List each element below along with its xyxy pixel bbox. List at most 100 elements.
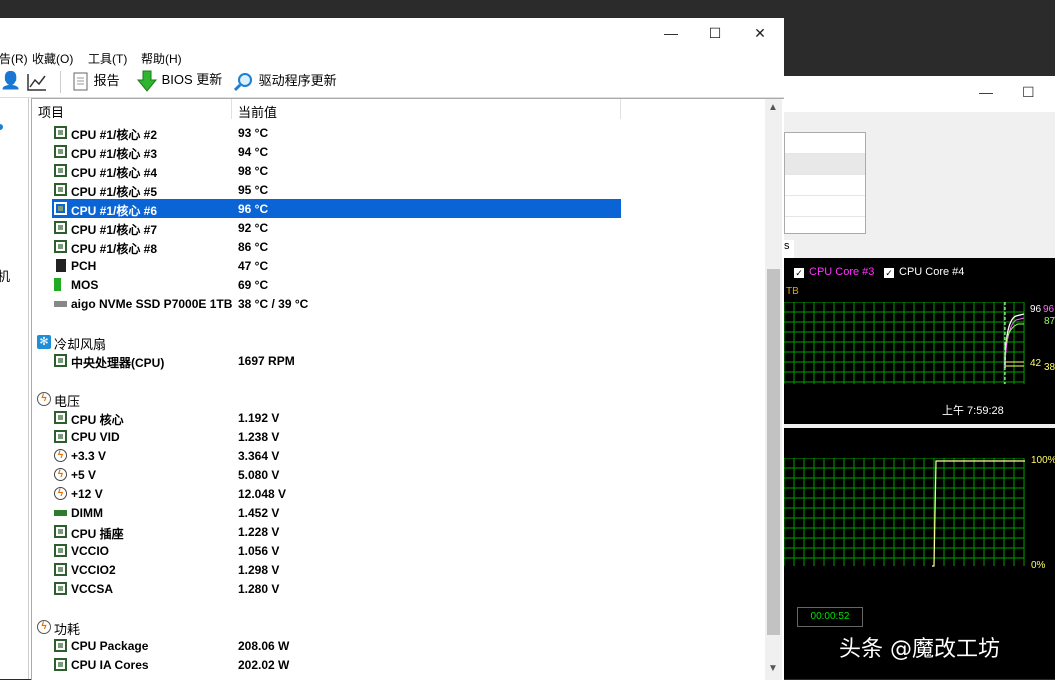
tab-fragment[interactable]: s <box>784 240 794 258</box>
scroll-up-icon[interactable]: ▲ <box>768 102 778 113</box>
sensor-row[interactable]: aigo NVMe SSD P7000E 1TB 38 °C / 39 °C <box>52 294 622 313</box>
report-button[interactable]: 报告 <box>72 70 120 92</box>
voltage-icon: ϟ <box>54 487 67 500</box>
magnifier-icon <box>233 72 252 91</box>
sensor-row[interactable]: CPU 插座 1.228 V <box>52 522 622 541</box>
sensor-row[interactable]: VCCIO 1.056 V <box>52 541 622 560</box>
bios-update-label: BIOS 更新 <box>161 72 223 87</box>
cpu-chip-icon <box>54 221 67 234</box>
checkbox-icon[interactable]: ✓ <box>884 268 894 278</box>
minimize-icon[interactable]: — <box>979 84 993 100</box>
vertical-scrollbar[interactable]: ▲ ▼ <box>765 99 782 680</box>
sensor-row[interactable]: VCCSA 1.280 V <box>52 579 622 598</box>
voltage-icon: ϟ <box>54 468 67 481</box>
menu-report[interactable]: 告(R) <box>0 50 28 67</box>
sensor-row[interactable]: CPU #1/核心 #8 86 °C <box>52 237 622 256</box>
sensor-row[interactable]: CPU #1/核心 #7 92 °C <box>52 218 622 237</box>
unit-fragment: TB <box>786 286 799 297</box>
nav-item-fragment[interactable]: 机 <box>0 266 10 285</box>
reading-87: 87 <box>1044 316 1055 327</box>
temperature-plot <box>784 302 1025 384</box>
cpu-chip-icon <box>54 145 67 158</box>
voltage-icon: ϟ <box>37 392 51 406</box>
temperature-graph: ✓ CPU Core #3 ✓ CPU Core #4 TB 96 96 87 42… <box>784 258 1055 424</box>
navigation-pane: 机 <box>0 98 29 679</box>
download-arrow-icon <box>136 70 158 92</box>
reading-42: 42 <box>1030 358 1042 369</box>
user-icon[interactable]: 👤 <box>0 71 21 91</box>
watermark: 头条 @魔改工坊 <box>839 637 1000 662</box>
sensor-row[interactable]: ϟ +12 V 12.048 V <box>52 484 622 503</box>
stability-test-window: — ☐ s ✓ CPU Core #3 ✓ CPU Core #4 TB 96 96… <box>784 76 1055 679</box>
sensor-row[interactable]: DIMM 1.452 V <box>52 503 622 522</box>
menu-bar: 告(R) 收藏(O) 工具(T) 帮助(H) <box>0 48 784 67</box>
cpu-chip-icon <box>54 639 67 652</box>
usage-bottom-label: 0% <box>1031 560 1046 571</box>
menu-favorites[interactable]: 收藏(O) <box>32 50 73 67</box>
column-item[interactable]: 项目 <box>38 102 64 121</box>
bios-update-button[interactable]: BIOS 更新 <box>136 69 222 92</box>
usage-plot <box>784 458 1025 567</box>
sensor-row[interactable]: ϟ +3.3 V 3.364 V <box>52 446 622 465</box>
driver-update-button[interactable]: 驱动程序更新 <box>233 70 337 92</box>
legend-core3[interactable]: ✓ CPU Core #3 <box>794 266 874 278</box>
minimize-icon[interactable]: — <box>656 22 686 44</box>
cpu-chip-icon <box>54 126 67 139</box>
toolbar: 👤 报告 BIOS 更新 驱动程序更新 <box>0 67 784 98</box>
close-icon[interactable]: ✕ <box>745 22 775 44</box>
mos-icon <box>54 278 61 291</box>
column-value[interactable]: 当前值 <box>238 102 277 121</box>
power-icon: ϟ <box>37 620 51 634</box>
toolbar-separator <box>60 71 61 93</box>
legend-core4[interactable]: ✓ CPU Core #4 <box>884 266 964 278</box>
sensor-row[interactable]: CPU #1/核心 #5 95 °C <box>52 180 622 199</box>
menu-tools[interactable]: 工具(T) <box>88 50 127 67</box>
sensor-window-titlebar: — ☐ ✕ <box>0 18 784 48</box>
driver-update-label: 驱动程序更新 <box>258 73 337 88</box>
report-icon <box>73 72 88 91</box>
sensor-row[interactable]: CPU Package 208.06 W <box>52 636 622 655</box>
elapsed-timer: 00:00:52 <box>797 607 863 627</box>
sensor-row[interactable]: CPU #1/核心 #2 93 °C <box>52 123 622 142</box>
checkbox-icon[interactable]: ✓ <box>794 268 804 278</box>
chart-icon[interactable] <box>26 72 48 92</box>
cpu-chip-icon <box>54 354 67 367</box>
cpu-usage-graph: 100% 0% <box>784 428 1055 600</box>
sensor-row[interactable]: VCCIO2 1.298 V <box>52 560 622 579</box>
sensor-row[interactable]: CPU 核心 1.192 V <box>52 408 622 427</box>
group-fans[interactable]: ✻ 冷却风扇 <box>32 332 632 352</box>
maximize-icon[interactable]: ☐ <box>1022 84 1035 101</box>
tree-node-icon[interactable] <box>0 124 3 130</box>
cpu-chip-icon <box>54 563 67 576</box>
voltage-icon: ϟ <box>54 449 67 462</box>
fan-icon: ✻ <box>37 335 51 349</box>
cpu-chip-icon <box>54 582 67 595</box>
cpu-chip-icon <box>54 183 67 196</box>
maximize-icon[interactable]: ☐ <box>700 22 730 44</box>
scroll-thumb[interactable] <box>767 269 780 635</box>
reading-96b: 96 <box>1043 304 1055 315</box>
sensor-row[interactable]: CPU #1/核心 #3 94 °C <box>52 142 622 161</box>
usage-top-label: 100% <box>1031 455 1055 466</box>
sensor-row[interactable]: MOS 69 °C <box>52 275 622 294</box>
cpu-chip-icon <box>54 658 67 671</box>
desktop-top-strip <box>0 0 1055 18</box>
graph-time: 上午 7:59:28 <box>942 405 1004 417</box>
menu-help[interactable]: 帮助(H) <box>141 50 182 67</box>
sensor-row[interactable]: PCH 47 °C <box>52 256 622 275</box>
sensor-row[interactable]: CPU IA Cores 202.02 W <box>52 655 622 674</box>
motherboard-icon <box>56 259 66 272</box>
sensor-row-selected[interactable]: CPU #1/核心 #6 96 °C <box>52 199 621 218</box>
cpu-chip-icon <box>54 544 67 557</box>
group-power[interactable]: ϟ 功耗 <box>32 617 632 637</box>
stats-panel <box>784 132 866 234</box>
sensor-row[interactable]: ϟ +5 V 5.080 V <box>52 465 622 484</box>
group-voltage[interactable]: ϟ 电压 <box>32 389 632 409</box>
cpu-chip-icon <box>54 202 67 215</box>
sensor-row[interactable]: 中央处理器(CPU) 1697 RPM <box>52 351 622 370</box>
stability-window-titlebar: — ☐ <box>784 76 1055 112</box>
cpu-chip-icon <box>54 525 67 538</box>
sensor-row[interactable]: CPU #1/核心 #4 98 °C <box>52 161 622 180</box>
sensor-row[interactable]: CPU VID 1.238 V <box>52 427 622 446</box>
scroll-down-icon[interactable]: ▼ <box>768 663 778 674</box>
